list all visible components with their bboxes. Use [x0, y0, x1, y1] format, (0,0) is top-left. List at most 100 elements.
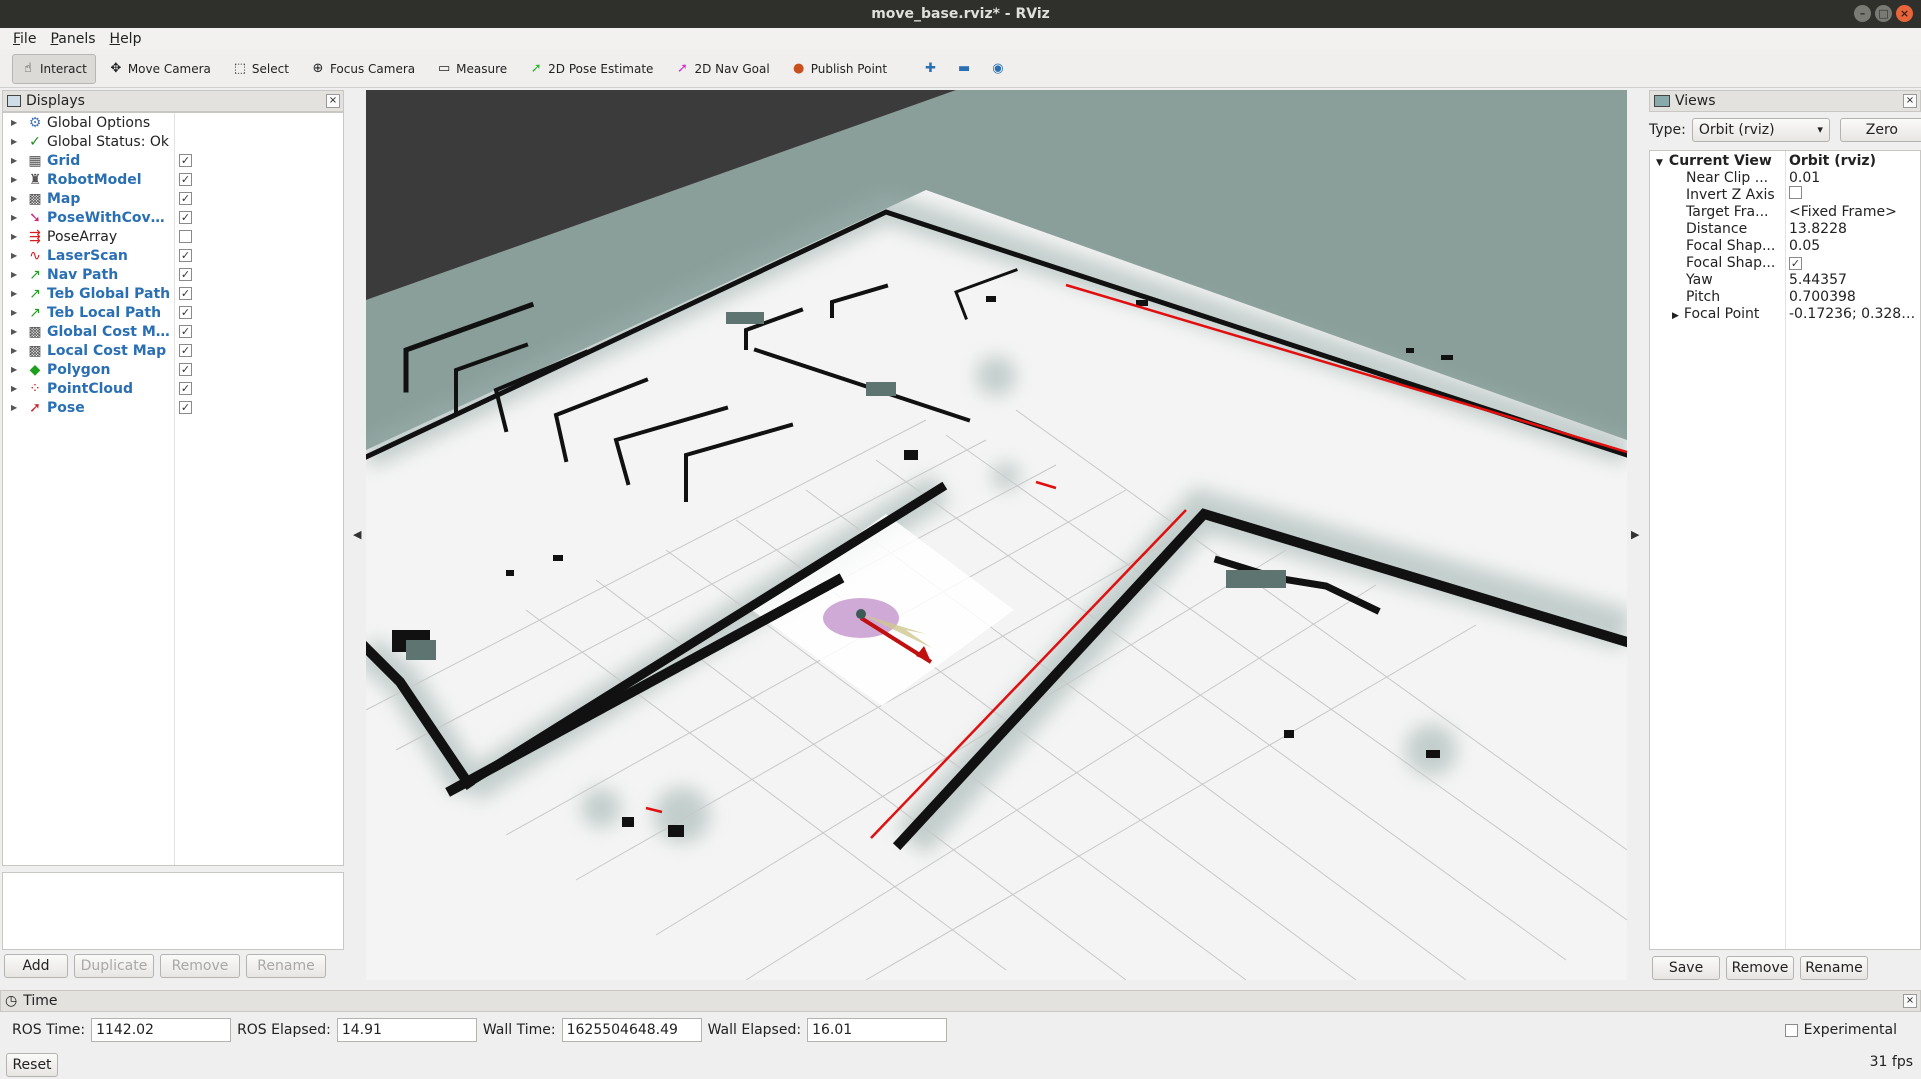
menu-help[interactable]: Help [103, 31, 149, 47]
view-prop-row[interactable]: Distance 13.8228 [1650, 220, 1920, 237]
expand-arrow-icon[interactable]: ▶ [11, 289, 23, 298]
display-item-robotmodel[interactable]: ▶ ♜ RobotModel ✓ [3, 170, 343, 189]
expand-arrow-icon[interactable]: ▶ [11, 175, 23, 184]
collapse-left-arrow-icon[interactable]: ◀ [353, 528, 361, 541]
expand-arrow-icon[interactable]: ▶ [11, 270, 23, 279]
display-item-grid[interactable]: ▶ ▦ Grid ✓ [3, 151, 343, 170]
display-item-posearray[interactable]: ▶ ⇶ PoseArray [3, 227, 343, 246]
reset-button[interactable]: Reset [6, 1053, 58, 1077]
expand-arrow-icon[interactable]: ▶ [11, 232, 23, 241]
view-prop-row[interactable]: Focal Shap... 0.05 [1650, 237, 1920, 254]
display-item-map[interactable]: ▶ ▩ Map ✓ [3, 189, 343, 208]
view-prop-row[interactable]: Target Fra... <Fixed Frame> [1650, 203, 1920, 220]
minus-icon[interactable]: ▬ [949, 54, 979, 84]
display-item-pointcloud[interactable]: ▶ ⁘ PointCloud ✓ [3, 379, 343, 398]
display-item-posewithcova[interactable]: ▶ ➘ PoseWithCova... ✓ [3, 208, 343, 227]
view-prop-row[interactable]: Focal Shap... ✓ [1650, 254, 1920, 271]
view-prop-row[interactable]: Yaw 5.44357 [1650, 271, 1920, 288]
zero-button[interactable]: Zero [1839, 118, 1921, 142]
add-button[interactable]: Add [4, 954, 68, 978]
rename-view-button[interactable]: Rename [1800, 956, 1868, 980]
display-item-local-cost-map[interactable]: ▶ ▩ Local Cost Map ✓ [3, 341, 343, 360]
expand-arrow-icon[interactable]: ▶ [11, 384, 23, 393]
display-enable-checkbox[interactable]: ✓ [179, 287, 192, 300]
view-prop-value[interactable] [1786, 186, 1920, 203]
tool-focus-camera[interactable]: ⊕ Focus Camera [302, 54, 424, 84]
expand-arrow-icon[interactable]: ▶ [11, 118, 23, 127]
expand-arrow-icon[interactable]: ▶ [1672, 311, 1679, 321]
expand-arrow-icon[interactable]: ▶ [11, 403, 23, 412]
display-item-pose[interactable]: ▶ ➚ Pose ✓ [3, 398, 343, 417]
ros-elapsed-field[interactable]: 14.91 [336, 1018, 477, 1042]
rename-button[interactable]: Rename [246, 954, 326, 978]
close-icon[interactable]: × [1896, 5, 1913, 22]
expand-arrow-icon[interactable]: ▼ [1656, 158, 1663, 168]
display-item-global-cost-map[interactable]: ▶ ▩ Global Cost Map ✓ [3, 322, 343, 341]
current-view-row[interactable]: ▼ Current View Orbit (rviz) [1650, 152, 1920, 169]
view-prop-value[interactable]: -0.17236; 0.3280... [1786, 306, 1920, 322]
view-prop-row[interactable]: Pitch 0.700398 [1650, 288, 1920, 305]
duplicate-button[interactable]: Duplicate [74, 954, 154, 978]
display-item-global-status-ok[interactable]: ▶ ✓ Global Status: Ok [3, 132, 343, 151]
experimental-toggle[interactable]: Experimental [1784, 1022, 1897, 1038]
display-enable-checkbox[interactable]: ✓ [179, 382, 192, 395]
expand-arrow-icon[interactable]: ▶ [11, 137, 23, 146]
tool-select[interactable]: ⬚ Select [224, 54, 298, 84]
expand-arrow-icon[interactable]: ▶ [11, 365, 23, 374]
display-item-global-options[interactable]: ▶ ⚙ Global Options [3, 113, 343, 132]
view-prop-checkbox[interactable]: ✓ [1789, 256, 1802, 270]
display-item-polygon[interactable]: ▶ ◆ Polygon ✓ [3, 360, 343, 379]
display-enable-checkbox[interactable]: ✓ [179, 325, 192, 338]
view-prop-row[interactable]: ▶ Focal Point -0.17236; 0.3280... [1650, 305, 1920, 322]
collapse-right-arrow-icon[interactable]: ▶ [1631, 528, 1639, 541]
view-prop-value[interactable]: 0.05 [1786, 238, 1920, 254]
view-prop-checkbox[interactable] [1789, 186, 1802, 199]
display-enable-checkbox[interactable]: ✓ [179, 192, 192, 205]
display-enable-checkbox[interactable]: ✓ [179, 154, 192, 167]
view-prop-value[interactable]: ✓ [1786, 255, 1920, 271]
tool-measure[interactable]: ▭ Measure [428, 54, 516, 84]
remove-button[interactable]: Remove [160, 954, 240, 978]
eye-icon[interactable]: ◉ [983, 54, 1012, 84]
remove-view-button[interactable]: Remove [1726, 956, 1794, 980]
display-enable-checkbox[interactable]: ✓ [179, 268, 192, 281]
display-item-teb-local-path[interactable]: ▶ ↗ Teb Local Path ✓ [3, 303, 343, 322]
tool-publish-point[interactable]: ● Publish Point [783, 54, 896, 84]
tool-interact[interactable]: ☝ Interact [12, 53, 96, 84]
menu-file[interactable]: File [6, 31, 43, 47]
display-enable-checkbox[interactable]: ✓ [179, 363, 192, 376]
render-viewport[interactable] [366, 90, 1627, 980]
ros-time-field[interactable]: 1142.02 [91, 1018, 232, 1042]
save-view-button[interactable]: Save [1652, 956, 1720, 980]
view-type-select[interactable]: Orbit (rviz) [1691, 118, 1830, 142]
expand-arrow-icon[interactable]: ▶ [11, 194, 23, 203]
close-panel-icon[interactable]: × [326, 94, 340, 108]
view-prop-value[interactable]: 13.8228 [1786, 221, 1920, 237]
display-item-nav-path[interactable]: ▶ ↗ Nav Path ✓ [3, 265, 343, 284]
expand-arrow-icon[interactable]: ▶ [11, 251, 23, 260]
maximize-icon[interactable]: □ [1875, 5, 1892, 22]
tool-2d-nav-goal[interactable]: ➚ 2D Nav Goal [666, 54, 778, 84]
view-prop-row[interactable]: Near Clip ... 0.01 [1650, 169, 1920, 186]
display-enable-checkbox[interactable] [179, 230, 192, 243]
menu-panels[interactable]: Panels [43, 31, 102, 47]
expand-arrow-icon[interactable]: ▶ [11, 346, 23, 355]
tool-move-camera[interactable]: ✥ Move Camera [100, 54, 220, 84]
wall-elapsed-field[interactable]: 16.01 [807, 1018, 948, 1042]
display-enable-checkbox[interactable]: ✓ [179, 173, 192, 186]
display-item-teb-global-path[interactable]: ▶ ↗ Teb Global Path ✓ [3, 284, 343, 303]
display-enable-checkbox[interactable]: ✓ [179, 401, 192, 414]
expand-arrow-icon[interactable]: ▶ [11, 327, 23, 336]
close-time-icon[interactable]: × [1903, 994, 1917, 1008]
view-prop-value[interactable]: 0.700398 [1786, 289, 1920, 305]
display-enable-checkbox[interactable]: ✓ [179, 249, 192, 262]
close-views-icon[interactable]: × [1903, 94, 1917, 108]
expand-arrow-icon[interactable]: ▶ [11, 156, 23, 165]
view-prop-row[interactable]: Invert Z Axis [1650, 186, 1920, 203]
plus-icon[interactable]: ✚ [916, 54, 945, 84]
view-prop-value[interactable]: <Fixed Frame> [1786, 204, 1920, 220]
expand-arrow-icon[interactable]: ▶ [11, 213, 23, 222]
experimental-checkbox[interactable] [1784, 1023, 1798, 1037]
display-item-laserscan[interactable]: ▶ ∿ LaserScan ✓ [3, 246, 343, 265]
display-enable-checkbox[interactable]: ✓ [179, 344, 192, 357]
